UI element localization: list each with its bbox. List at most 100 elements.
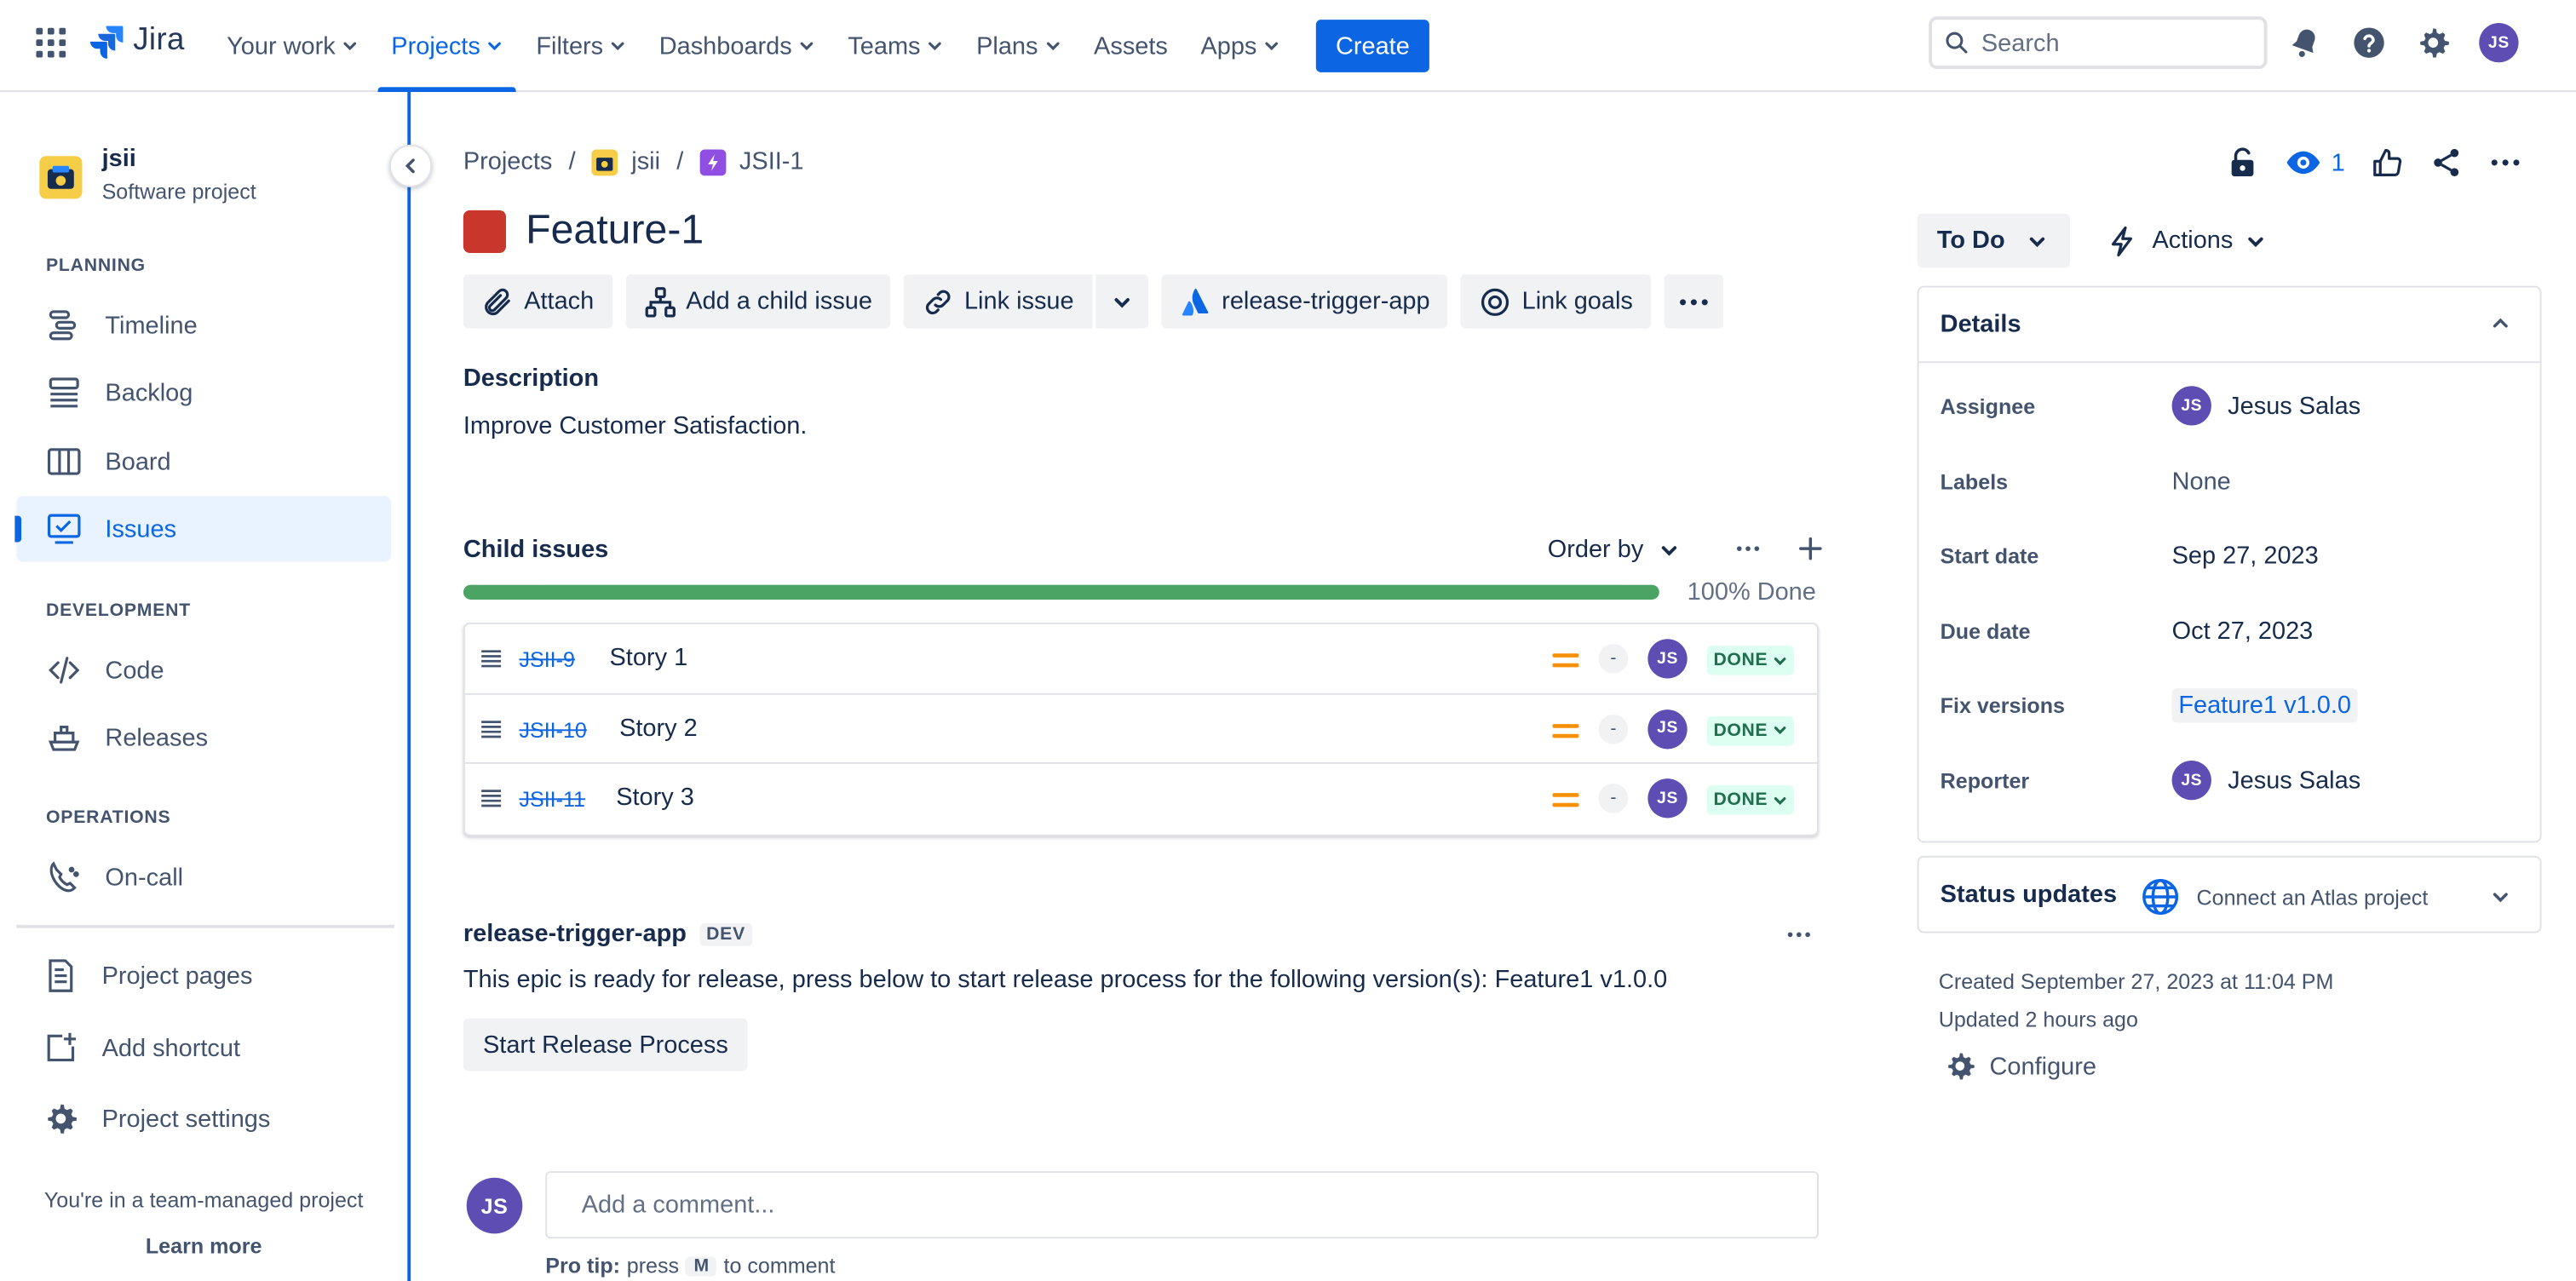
assignee-value[interactable]: JS Jesus Salas <box>2171 386 2360 426</box>
connect-atlas-link[interactable]: Connect an Atlas project <box>2141 877 2428 916</box>
release-trigger-app-button[interactable]: release-trigger-app <box>1160 274 1448 329</box>
breadcrumb-project[interactable]: jsii <box>631 148 660 176</box>
section-operations: OPERATIONS <box>46 807 171 829</box>
status-badge[interactable]: DONE <box>1706 645 1795 675</box>
thumbs-up-icon[interactable] <box>2372 146 2405 180</box>
sidebar-item-project-pages[interactable]: Project pages <box>16 943 391 1008</box>
nav-item-teams[interactable]: Teams <box>831 0 960 92</box>
child-issue-row[interactable]: JSII-9 Story 1 - JS DONE <box>464 624 1818 694</box>
sidebar-item-timeline[interactable]: Timeline <box>16 292 391 358</box>
sidebar-item-board[interactable]: Board <box>16 428 391 494</box>
help-icon[interactable] <box>2351 25 2387 60</box>
chevron-up-icon <box>2493 318 2508 328</box>
reporter-name: Jesus Salas <box>2228 766 2361 795</box>
lock-icon[interactable] <box>2226 146 2259 180</box>
status-badge[interactable]: DONE <box>1706 784 1795 815</box>
details-header[interactable]: Details <box>1918 288 2540 364</box>
fix-version-tag[interactable]: Feature1 v1.0.0 <box>2171 687 2358 722</box>
attach-label: Attach <box>524 287 595 316</box>
story-points[interactable]: - <box>1598 644 1629 674</box>
jira-logo[interactable]: Jira <box>89 23 185 59</box>
sidebar-item-label: Code <box>105 656 164 685</box>
comment-input[interactable]: Add a comment... <box>545 1171 1819 1239</box>
labels-value[interactable]: None <box>2172 468 2231 496</box>
sidebar-item-issues[interactable]: Issues <box>14 496 392 562</box>
issue-side-panel: 1 To Do Actions Details Assignee JS Jesu… <box>1917 92 2542 1281</box>
breadcrumb-issue[interactable]: JSII-1 <box>739 148 804 176</box>
story-points[interactable]: - <box>1598 713 1629 744</box>
release-app-more-button[interactable] <box>1785 922 1812 953</box>
sidebar-item-code[interactable]: Code <box>16 637 391 703</box>
child-assignee-avatar[interactable]: JS <box>1647 639 1688 679</box>
sidebar-item-releases[interactable]: Releases <box>16 704 391 770</box>
status-dropdown[interactable]: To Do <box>1917 213 2071 268</box>
search-input[interactable]: Search <box>1929 16 2268 70</box>
add-child-issue-button[interactable]: Add a child issue <box>624 274 891 329</box>
description-text[interactable]: Improve Customer Satisfaction. <box>463 412 808 440</box>
create-button[interactable]: Create <box>1315 20 1429 72</box>
user-avatar[interactable]: JS <box>2479 23 2519 63</box>
share-icon[interactable] <box>2430 146 2464 180</box>
link-goals-button[interactable]: Link goals <box>1461 274 1652 329</box>
nav-item-assets[interactable]: Assets <box>1078 0 1184 92</box>
sidebar-item-label: Add shortcut <box>101 1034 240 1062</box>
sidebar-item-project-settings[interactable]: Project settings <box>16 1086 391 1152</box>
child-issue-key[interactable]: JSII-9 <box>519 647 575 672</box>
start-release-button[interactable]: Start Release Process <box>463 1018 748 1071</box>
reporter-value[interactable]: JS Jesus Salas <box>2171 760 2361 801</box>
watchers-button[interactable]: 1 <box>2286 145 2345 181</box>
add-icon[interactable] <box>1797 536 1824 562</box>
more-icon[interactable] <box>2489 146 2522 180</box>
project-avatar-icon <box>39 156 83 199</box>
actions-dropdown[interactable]: Actions <box>2106 214 2265 268</box>
epic-color-swatch[interactable] <box>463 209 507 253</box>
project-header[interactable]: jsii Software project <box>39 145 256 204</box>
sidebar-item-add-shortcut[interactable]: Add shortcut <box>16 1015 391 1081</box>
child-assignee-avatar[interactable]: JS <box>1647 709 1688 749</box>
jira-logo-icon <box>89 26 124 59</box>
link-issue-button[interactable]: Link issue <box>903 274 1092 329</box>
priority-medium-icon <box>1552 793 1579 807</box>
nav-item-dashboards[interactable]: Dashboards <box>642 0 831 92</box>
collapse-sidebar-button[interactable] <box>389 144 433 187</box>
nav-item-filters[interactable]: Filters <box>520 0 642 92</box>
story-points[interactable]: - <box>1598 783 1629 813</box>
settings-icon[interactable] <box>2415 25 2451 60</box>
start-date-value[interactable]: Sep 27, 2023 <box>2172 541 2319 569</box>
issue-title-text[interactable]: Feature-1 <box>526 207 704 255</box>
child-issue-summary[interactable]: Story 1 <box>610 644 688 672</box>
sidebar-item-on-call[interactable]: On-call <box>16 844 391 910</box>
field-label: Assignee <box>1940 393 2036 418</box>
link-issue-dropdown[interactable] <box>1095 274 1148 329</box>
child-issue-summary[interactable]: Story 2 <box>619 714 698 742</box>
nav-item-your-work[interactable]: Your work <box>210 0 375 92</box>
notifications-icon[interactable] <box>2287 25 2323 60</box>
child-issue-key[interactable]: JSII-11 <box>519 787 585 812</box>
due-date-value[interactable]: Oct 27, 2023 <box>2172 617 2314 645</box>
status-badge[interactable]: DONE <box>1706 715 1795 745</box>
pro-tip-suffix: to comment <box>723 1253 836 1278</box>
nav-item-plans[interactable]: Plans <box>960 0 1078 92</box>
updated-timestamp: Updated 2 hours ago <box>1938 1007 2138 1032</box>
child-issue-summary[interactable]: Story 3 <box>616 784 694 812</box>
child-issue-key[interactable]: JSII-10 <box>519 717 586 742</box>
sidebar-item-backlog[interactable]: Backlog <box>16 359 391 425</box>
configure-button[interactable]: Configure <box>1944 1049 2096 1083</box>
nav-item-label: Teams <box>848 32 921 60</box>
nav-item-apps[interactable]: Apps <box>1184 0 1297 92</box>
more-actions-button[interactable] <box>1664 274 1723 329</box>
more-icon[interactable] <box>1735 536 1762 562</box>
child-assignee-avatar[interactable]: JS <box>1647 778 1688 819</box>
nav-item-projects[interactable]: Projects <box>375 0 520 93</box>
learn-more-link[interactable]: Learn more <box>0 1233 407 1258</box>
attach-button[interactable]: Attach <box>463 274 612 329</box>
order-by-dropdown[interactable]: Order by <box>1548 536 1680 564</box>
breadcrumb-projects[interactable]: Projects <box>463 148 553 176</box>
sidebar-item-label: Issues <box>105 514 177 543</box>
issue-main: Projects / jsii / JSII-1 Feature-1 Attac… <box>463 92 1822 1281</box>
status-updates-panel[interactable]: Status updates Connect an Atlas project <box>1917 855 2542 933</box>
field-label: Due date <box>1940 618 2031 644</box>
child-issue-row[interactable]: JSII-10 Story 2 - JS DONE <box>464 694 1818 764</box>
child-issue-row[interactable]: JSII-11 Story 3 - JS DONE <box>465 764 1817 834</box>
app-switcher-icon[interactable] <box>36 27 66 58</box>
